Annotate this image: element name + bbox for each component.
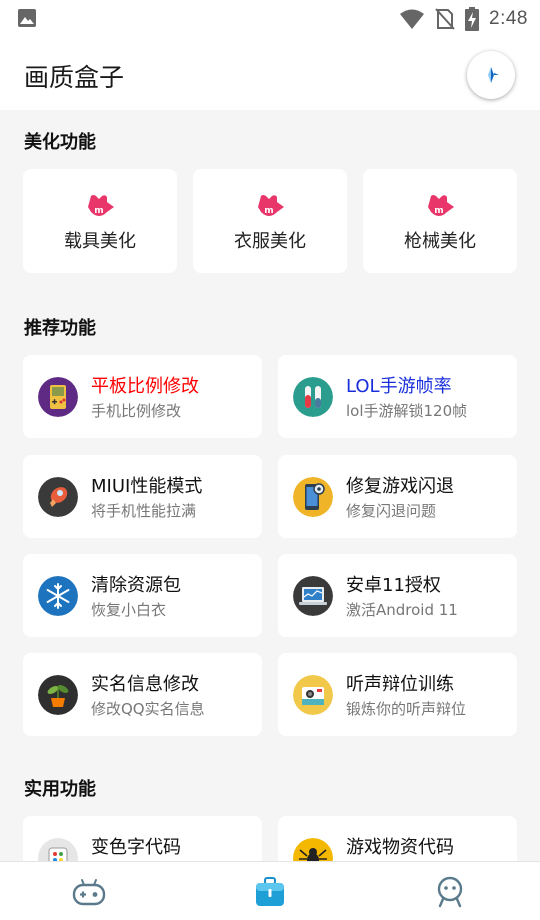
feature-title: 游戏物资代码 [346, 837, 454, 858]
feature-subtitle: 修改QQ实名信息 [91, 700, 205, 718]
phone-settings-icon [293, 477, 333, 517]
feature-subtitle: 手机比例修改 [91, 402, 182, 420]
feature-subtitle: 恢复小白衣 [91, 601, 167, 619]
svg-text:m: m [94, 206, 103, 216]
feature-title: 修复游戏闪退 [346, 476, 454, 497]
feature-title: 实名信息修改 [91, 674, 199, 695]
feature-card-android11[interactable]: 安卓11授权 激活Android 11 [278, 554, 517, 637]
nav-tab-profile[interactable] [430, 872, 470, 912]
section-title-recommended: 推荐功能 [24, 318, 96, 339]
feature-title: LOL手游帧率 [346, 376, 452, 397]
app-bar: 画质盒子 [0, 38, 540, 110]
badge-m-icon: m [258, 195, 284, 216]
gameboy-icon [38, 377, 78, 417]
feature-subtitle: 锻炼你的听声辩位 [346, 700, 467, 718]
feature-card-sound-training[interactable]: 听声辩位训练 锻炼你的听声辩位 [278, 653, 517, 736]
svg-text:m: m [434, 206, 443, 216]
feature-card-color-text[interactable]: 变色字代码 [23, 816, 262, 861]
toolbox-icon [256, 877, 284, 906]
compass-icon [488, 67, 499, 83]
snowflake-icon [38, 576, 78, 616]
beautify-label: 衣服美化 [234, 231, 306, 252]
main-content[interactable]: 美化功能 m 载具美化 m 衣服美化 m 枪械美化 推荐功能 平板比例修改 手机… [0, 110, 540, 861]
feature-subtitle: 将手机性能拉满 [91, 502, 197, 520]
laptop-icon [293, 576, 333, 616]
nav-tab-toolbox[interactable] [250, 872, 290, 912]
feature-card-clear-resources[interactable]: 清除资源包 恢复小白衣 [23, 554, 262, 637]
feature-title: 清除资源包 [91, 575, 181, 596]
app-title: 画质盒子 [24, 63, 125, 92]
compass-button[interactable] [467, 51, 515, 99]
feature-card-tablet-ratio[interactable]: 平板比例修改 手机比例修改 [23, 355, 262, 438]
feature-card-fix-crash[interactable]: 修复游戏闪退 修复闪退问题 [278, 455, 517, 538]
test-tubes-icon [293, 377, 333, 417]
beautify-card-clothes[interactable]: m 衣服美化 [193, 169, 347, 273]
battery-charging-icon [465, 7, 480, 31]
badge-m-icon: m [88, 195, 114, 216]
image-icon [18, 9, 36, 27]
rocket-icon [38, 477, 78, 517]
svg-text:m: m [264, 206, 273, 216]
beautify-label: 载具美化 [64, 231, 136, 252]
spider-icon [293, 838, 333, 861]
robot-face-icon [437, 876, 463, 908]
no-sim-icon [435, 8, 455, 30]
feature-title: 听声辩位训练 [346, 674, 454, 695]
feature-card-game-items[interactable]: 游戏物资代码 [278, 816, 517, 861]
plant-icon [38, 675, 78, 715]
section-title-utility: 实用功能 [24, 779, 96, 800]
feature-card-miui-performance[interactable]: MIUI性能模式 将手机性能拉满 [23, 455, 262, 538]
feature-card-realname[interactable]: 实名信息修改 修改QQ实名信息 [23, 653, 262, 736]
beautify-card-vehicle[interactable]: m 载具美化 [23, 169, 177, 273]
wifi-icon [400, 9, 425, 29]
camera-icon [293, 675, 333, 715]
nav-tab-games[interactable] [69, 872, 109, 912]
feature-subtitle: 激活Android 11 [346, 601, 458, 619]
status-time: 2:48 [489, 8, 528, 29]
feature-title: 安卓11授权 [346, 575, 441, 596]
feature-card-lol-fps[interactable]: LOL手游帧率 lol手游解锁120帧 [278, 355, 517, 438]
feature-subtitle: 修复闪退问题 [346, 502, 437, 520]
gamepad-robot-icon [72, 879, 106, 906]
feature-title: 平板比例修改 [91, 376, 199, 397]
feature-title: MIUI性能模式 [91, 476, 203, 497]
bottom-nav [0, 861, 540, 920]
badge-m-icon: m [428, 195, 454, 216]
status-bar: 2:48 [0, 0, 540, 38]
feature-title: 变色字代码 [91, 837, 181, 858]
beautify-label: 枪械美化 [404, 231, 476, 252]
feature-subtitle: lol手游解锁120帧 [346, 402, 468, 420]
beautify-card-guns[interactable]: m 枪械美化 [363, 169, 517, 273]
section-title-beautify: 美化功能 [24, 132, 96, 153]
color-palette-icon [38, 838, 78, 861]
